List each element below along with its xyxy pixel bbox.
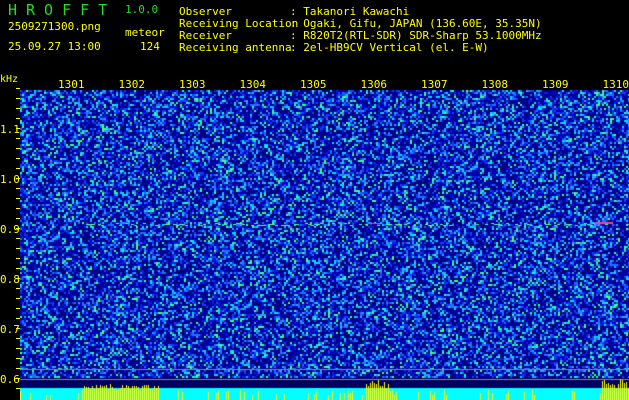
x-tick-label: 1305 [300,78,327,91]
y-unit: kHz [0,74,19,85]
x-tick-label: 1307 [421,78,448,91]
app-title: HROFFT [8,1,117,19]
x-tick-label: 1304 [239,78,266,91]
y-tick [16,378,20,379]
y-tick-label: 0.6 [0,373,20,386]
y-tick [16,248,20,249]
y-tick [16,298,20,299]
y-tick [16,258,20,259]
y-tick [16,228,20,229]
y-tick-label: 0.9 [0,223,20,236]
x-tick-label: 1306 [360,78,387,91]
y-tick [16,218,20,219]
y-tick-label: 0.7 [0,323,20,336]
datetime: 25.09.27 13:00 [8,40,101,53]
y-tick [16,268,20,269]
y-tick [16,288,20,289]
y-tick [16,308,20,309]
y-tick [16,168,20,169]
x-tick-label: 1301 [58,78,85,91]
y-tick [16,108,20,109]
y-tick [16,318,20,319]
x-tick-label: 1309 [542,78,569,91]
x-tick-label: 1310 [602,78,629,91]
y-tick [16,238,20,239]
y-tick [16,198,20,199]
y-tick-label: 1.0 [0,173,20,186]
count-label: meteor [125,26,165,39]
y-tick [16,368,20,369]
y-tick [16,208,20,209]
y-tick [16,358,20,359]
y-tick-label: 1.1 [0,123,20,136]
meteor-count: 124 [140,40,160,53]
y-tick [16,88,20,89]
y-tick [16,148,20,149]
y-tick [16,118,20,119]
y-tick [16,188,20,189]
y-tick [16,128,20,129]
x-tick-label: 1303 [179,78,206,91]
app-version: 1.0.0 [125,3,159,16]
info-label: Receiving antenna [179,41,292,54]
info-value: : 2el-HB9CV Vertical (el. E-W) [290,41,489,54]
y-tick [16,348,20,349]
y-tick [16,278,20,279]
x-tick-label: 1308 [481,78,508,91]
x-tick-label: 1302 [118,78,145,91]
file-name: 2509271300.png [8,20,101,33]
y-tick [16,328,20,329]
y-tick [16,138,20,139]
y-tick [16,98,20,99]
y-tick [16,158,20,159]
y-tick [16,388,20,389]
y-tick [16,338,20,339]
y-tick-label: 0.8 [0,273,20,286]
spectrogram [20,78,629,400]
y-tick [16,178,20,179]
